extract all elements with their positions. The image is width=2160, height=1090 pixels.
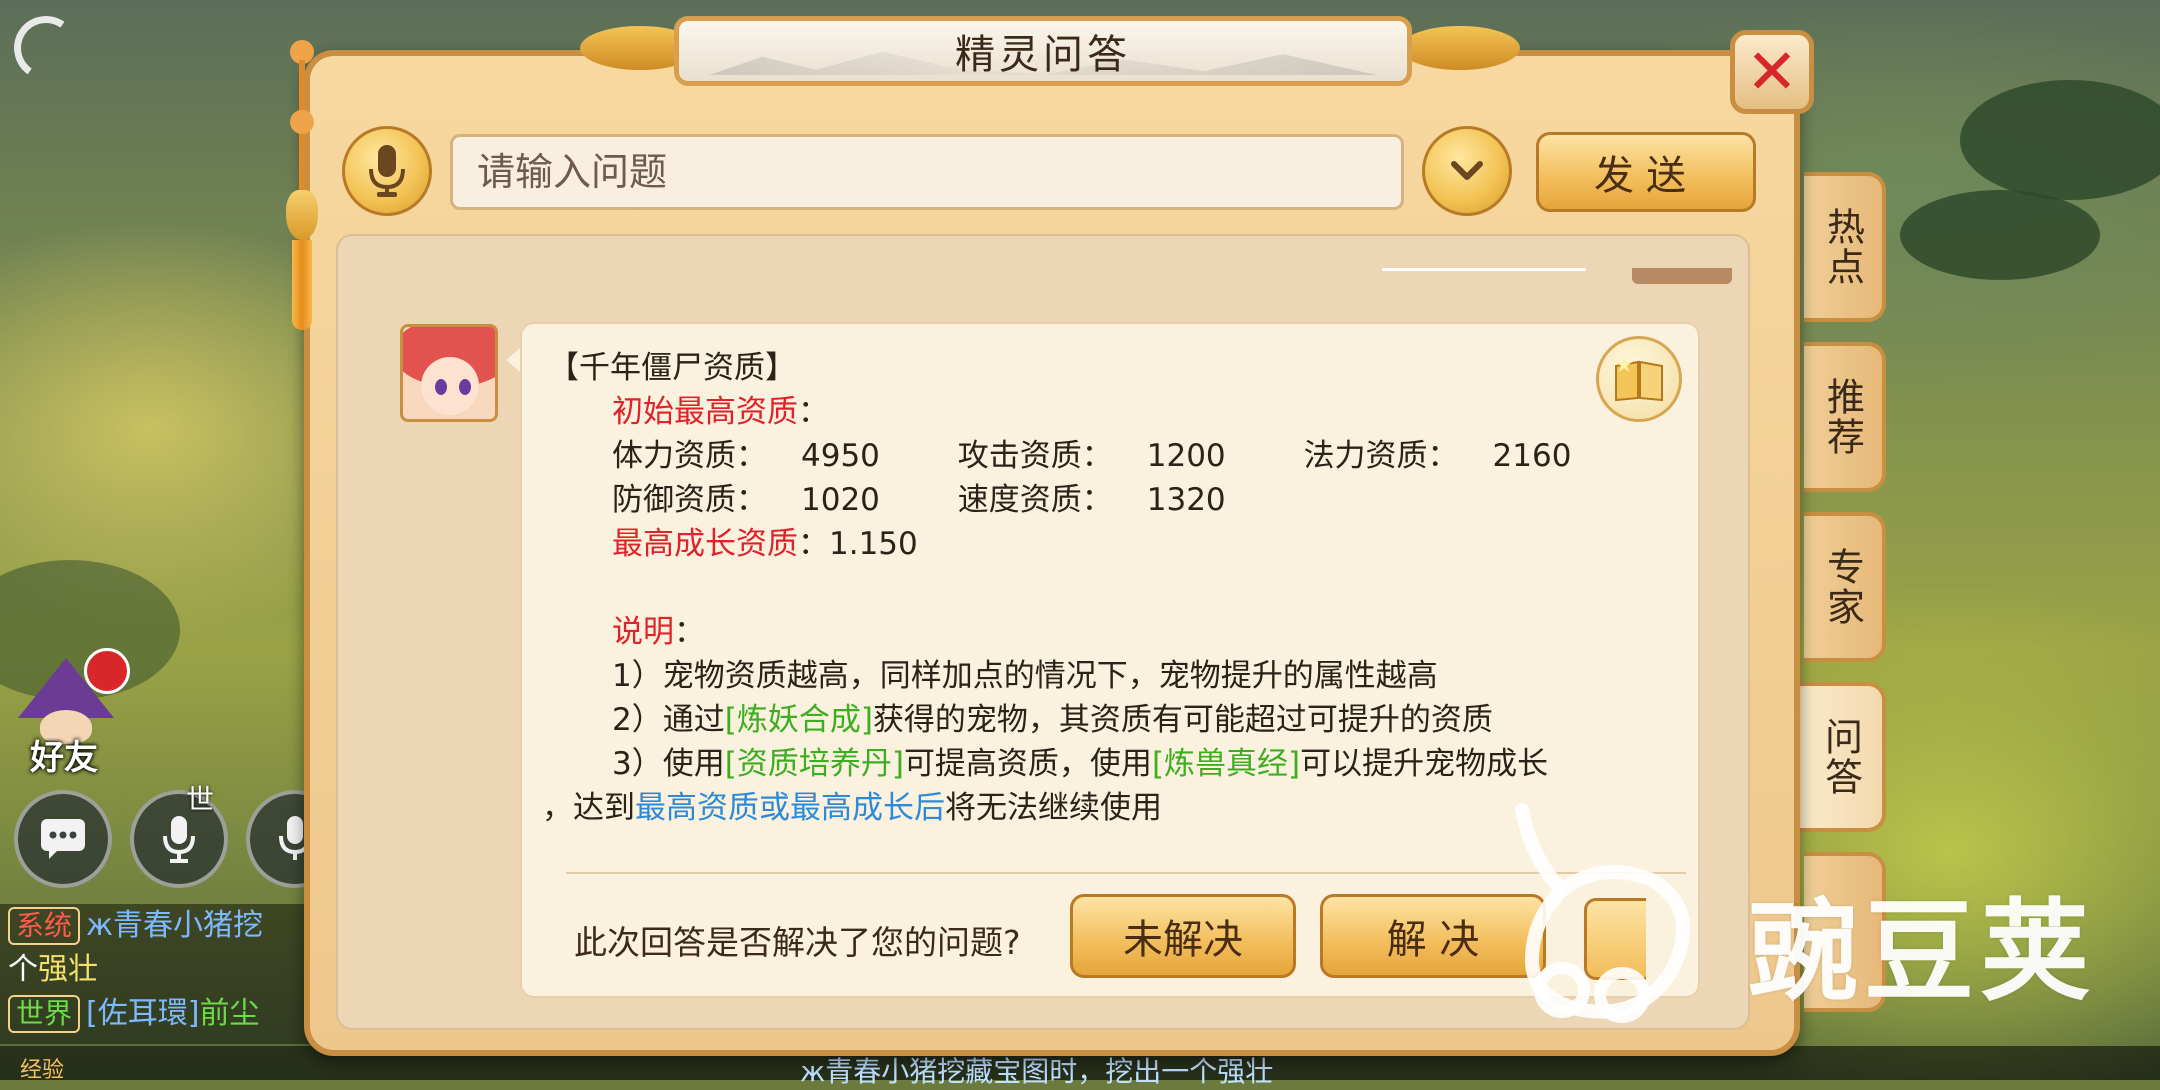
microphone-icon xyxy=(369,145,405,197)
stat-item: 法力资质： 2160 xyxy=(1303,438,1572,474)
chat-bubble-icon xyxy=(41,819,85,859)
close-button[interactable]: ✕ xyxy=(1730,30,1814,114)
chat-line: 系统 ж青春小猪挖 xyxy=(8,904,330,948)
title-plate: 精灵问答 xyxy=(674,16,1412,86)
previous-message-divider xyxy=(1382,268,1586,271)
tab-hot[interactable]: 热点 xyxy=(1804,172,1886,322)
chat-text: [佐耳環] xyxy=(86,996,200,1031)
answer-heading: 【千年僵尸资质】 xyxy=(548,350,796,386)
link-aptitude-pill[interactable]: [资质培养丹] xyxy=(725,746,904,782)
pine-tree xyxy=(1900,190,2100,280)
chat-panel[interactable]: 系统 ж青春小猪挖 个强壮 世界 [佐耳環]前尘 xyxy=(0,904,330,1044)
growth-value: ：1.150 xyxy=(798,526,918,562)
friend-label: 好友 xyxy=(30,738,98,778)
note-title-line: 说明： xyxy=(548,610,1688,654)
voice-icon xyxy=(163,816,195,863)
resolved-button[interactable]: 解 决 xyxy=(1320,894,1546,978)
bottom-ticker: ж青春小猪挖藏宝图时，挖出一个强壮 xyxy=(800,1055,1274,1088)
stat-item: 速度资质： 1320 xyxy=(957,482,1226,518)
sprite-avatar xyxy=(400,324,498,422)
chat-text: 强壮 xyxy=(38,952,98,987)
chat-line: 个强壮 xyxy=(8,948,330,992)
stat-item: 攻击资质： 1200 xyxy=(957,438,1226,474)
chat-button[interactable] xyxy=(14,790,112,888)
history-dropdown-button[interactable] xyxy=(1422,126,1512,216)
note-line: 1）宠物资质越高，同样加点的情况下，宠物提升的属性越高 xyxy=(612,658,1438,694)
chat-text: 前尘 xyxy=(199,996,260,1031)
unresolved-button[interactable]: 未解决 xyxy=(1070,894,1296,978)
chat-channel-tag: 系统 xyxy=(8,907,81,945)
extra-button[interactable] xyxy=(1584,898,1646,980)
chat-channel-tag: 世界 xyxy=(8,995,81,1033)
initial-aptitude-line: 初始最高资质： xyxy=(548,390,1688,434)
initial-aptitude-title: 初始最高资质 xyxy=(612,394,798,430)
colon: ： xyxy=(674,614,705,650)
link-beast-scripture[interactable]: [炼兽真经] xyxy=(1152,746,1300,782)
friend-button[interactable]: 好友 xyxy=(10,648,130,778)
link-refine-synthesis[interactable]: [炼妖合成] xyxy=(725,702,873,738)
chat-text: ж青春小猪挖 xyxy=(86,908,264,943)
title-ornament-right xyxy=(1400,26,1520,70)
chat-text: 个 xyxy=(8,952,38,987)
colon: ： xyxy=(798,394,829,430)
stat-row: 体力资质： 4950 攻击资质： 1200 法力资质： 2160 xyxy=(548,434,1688,478)
note-line: 2）通过[炼妖合成]获得的宠物，其资质有可能超过可提升的资质 xyxy=(612,702,1493,738)
note-line: 3）使用[资质培养丹]可提高资质，使用[炼兽真经]可以提升宠物成长 xyxy=(612,746,1549,782)
note-line: ，达到最高资质或最高成长后将无法继续使用 xyxy=(542,790,1162,826)
exp-label: 经验 xyxy=(20,1058,65,1083)
answer-text: 【千年僵尸资质】 初始最高资质： 体力资质： 4950 攻击资质： 1200 法力资… xyxy=(542,346,1688,830)
note-title: 说明 xyxy=(612,614,674,650)
chat-line: 世界 [佐耳環]前尘 xyxy=(8,992,330,1036)
feedback-question: 此次回答是否解决了您的问题? xyxy=(574,923,1021,962)
tab-qa[interactable]: 问答 xyxy=(1800,682,1886,832)
tab-recommend[interactable]: 推荐 xyxy=(1804,342,1886,492)
voice-input-button[interactable] xyxy=(342,126,432,216)
world-channel-tag: 世 xyxy=(186,783,215,816)
growth-label: 最高成长资质 xyxy=(612,526,798,562)
previous-avatar xyxy=(1632,268,1732,284)
dialog-title: 精灵问答 xyxy=(955,32,1131,78)
stat-item: 体力资质： 4950 xyxy=(612,438,880,474)
highlight-max-aptitude: 最高资质或最高成长后 xyxy=(635,790,945,826)
question-input[interactable] xyxy=(450,134,1404,210)
stat-item: 防御资质： 1020 xyxy=(612,482,880,518)
divider xyxy=(566,872,1686,874)
growth-line: 最高成长资质：1.150 xyxy=(548,522,1688,566)
tassel-decoration xyxy=(282,40,322,330)
chevron-down-icon xyxy=(1451,161,1483,180)
notification-dot xyxy=(84,648,130,694)
tab-expert[interactable]: 专家 xyxy=(1804,512,1886,662)
close-icon: ✕ xyxy=(1746,35,1798,108)
tab-more[interactable] xyxy=(1804,852,1886,1012)
send-button[interactable]: 发送 xyxy=(1536,132,1756,212)
stat-row: 防御资质： 1020 速度资质： 1320 xyxy=(548,478,1688,522)
